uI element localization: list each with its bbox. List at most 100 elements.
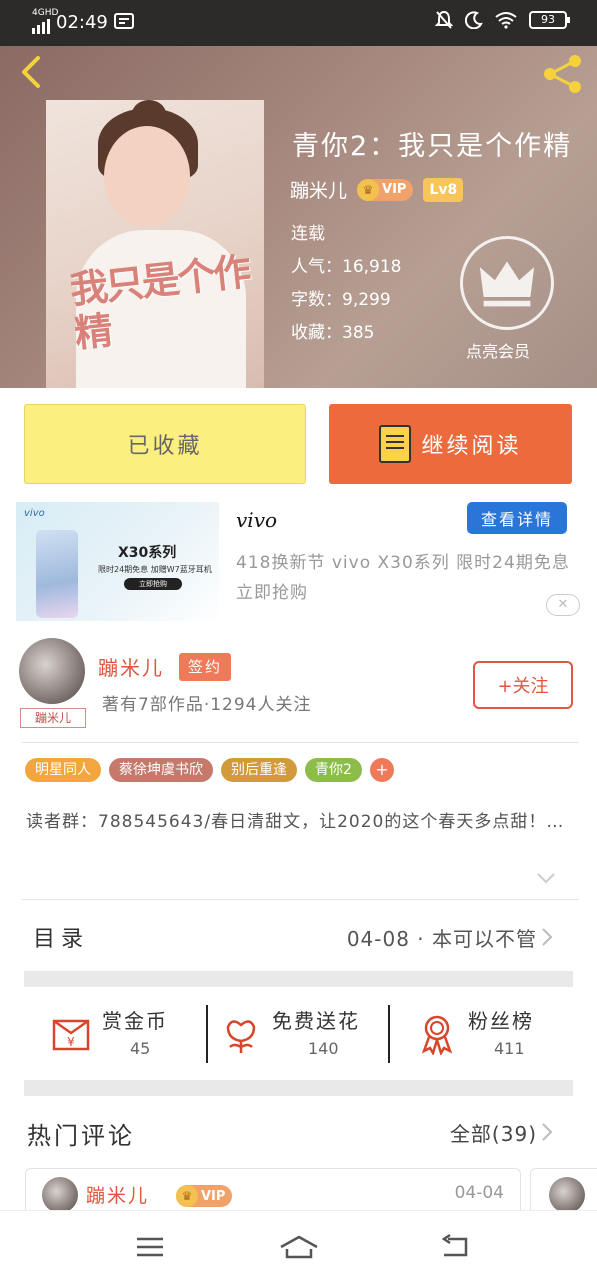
more-tags-button[interactable]: + [369, 758, 394, 782]
moon-icon [465, 11, 483, 29]
chevron-right-icon[interactable] [541, 1122, 553, 1142]
book-title: 青你2：我只是个作精 [292, 131, 573, 162]
status-left: 4GHD 02:49 [32, 8, 136, 34]
book-cover[interactable]: 我只是个作精 [46, 100, 264, 388]
stats-section: ¥ 赏金币 45 免费送花 140 粉丝榜 411 [0, 971, 597, 1096]
mute-icon [435, 10, 453, 29]
ad-image-brand: vivo [24, 508, 45, 519]
action-buttons: 已收藏 继续阅读 [0, 388, 597, 494]
battery-level: 93 [541, 13, 555, 26]
book-status: 连载 [291, 224, 325, 244]
all-comments-link[interactable]: 全部(39) [450, 1118, 537, 1147]
crown-icon: ♛ [176, 1185, 198, 1207]
flower-icon [226, 1020, 256, 1053]
book-word-count: 字数：9,299 [291, 290, 391, 310]
member-label[interactable]: 点亮会员 [466, 338, 530, 362]
author-card: 蹦米儿 蹦米儿 签约 著有7部作品·1294人关注 +关注 [0, 630, 597, 742]
clock: 02:49 [56, 11, 108, 33]
chevron-right-icon [542, 928, 553, 946]
stat-label: 赏金币 [102, 1009, 168, 1033]
home-icon[interactable] [278, 1233, 320, 1261]
stat-label: 免费送花 [272, 1009, 360, 1033]
ad-image[interactable]: vivo X30系列 限时24期免息 加赠W7蓝牙耳机 立即抢购 [16, 502, 219, 621]
signal-icon [32, 16, 50, 34]
stat-value: 140 [308, 1039, 339, 1058]
vertical-divider [206, 1005, 208, 1063]
ad-brand: vivo [236, 508, 278, 532]
system-nav-bar [0, 1210, 597, 1280]
catalog-label: 目录 [33, 927, 90, 952]
vip-label: VIP [201, 1188, 226, 1204]
level-badge: Lv8 [423, 177, 464, 202]
favorited-button[interactable]: 已收藏 [24, 404, 306, 484]
vip-badge: ♛ VIP [357, 178, 414, 201]
commenter-avatar[interactable] [42, 1177, 78, 1210]
tag[interactable]: 别后重逢 [221, 758, 297, 782]
ad-image-sub: 限时24期免息 加赠W7蓝牙耳机 [98, 565, 212, 574]
stat-value: 45 [130, 1039, 151, 1058]
continue-reading-label: 继续阅读 [421, 434, 522, 459]
tag[interactable]: 蔡徐坤虞书欣 [109, 758, 213, 782]
stat-value: 411 [494, 1039, 525, 1058]
crown-icon: ♛ [357, 178, 380, 201]
expand-chevron-icon[interactable] [536, 872, 556, 884]
ad-detail-button[interactable]: 查看详情 [467, 502, 567, 534]
book-favorites: 收藏：385 [291, 323, 375, 343]
book-popularity: 人气：16,918 [291, 257, 402, 277]
red-envelope-icon: ¥ [52, 1019, 90, 1051]
tag-list: 明星同人 蔡徐坤虞书欣 别后重逢 青你2 + [25, 758, 394, 782]
phone-image [36, 530, 78, 618]
comment-card[interactable]: 蹦米儿 ♛ VIP 04-04 [25, 1168, 521, 1210]
catalog-row[interactable]: 目录 04-08 · 本可以不管 [0, 899, 597, 971]
book-author-row: 蹦米儿 ♛ VIP Lv8 [290, 176, 464, 203]
ad-image-button: 立即抢购 [124, 578, 182, 590]
author-works-info: 著有7部作品·1294人关注 [102, 695, 312, 715]
author-signature-stamp: 蹦米儿 [20, 708, 86, 728]
svg-text:¥: ¥ [67, 1035, 75, 1049]
status-bar: 4GHD 02:49 93 [0, 0, 597, 46]
status-right: 93 [435, 10, 570, 30]
back-nav-icon[interactable] [440, 1233, 472, 1261]
book-icon [379, 425, 412, 463]
cover-figure-face [104, 126, 190, 226]
vip-label: VIP [382, 182, 407, 197]
book-intro: 读者群：788545643/春日清甜文，让2020的这个春天多点甜！… [26, 812, 565, 832]
continue-reading-button[interactable]: 继续阅读 [329, 404, 572, 484]
tag[interactable]: 明星同人 [25, 758, 101, 782]
ad-banner[interactable]: vivo X30系列 限时24期免息 加赠W7蓝牙耳机 立即抢购 vivo 查看… [0, 494, 597, 630]
book-header: 我只是个作精 青你2：我只是个作精 蹦米儿 ♛ VIP Lv8 连载 人气：16… [0, 46, 597, 388]
author-name[interactable]: 蹦米儿 [98, 652, 164, 681]
book-intro-section: 明星同人 蔡徐坤虞书欣 别后重逢 青你2 + 读者群：788545643/春日清… [0, 742, 597, 899]
hot-comments-title: 热门评论 [27, 1122, 135, 1150]
vertical-divider [388, 1005, 390, 1063]
stat-label: 粉丝榜 [468, 1009, 534, 1033]
divider [22, 742, 579, 743]
menu-icon[interactable] [134, 1233, 166, 1261]
divider [22, 899, 579, 900]
comment-card[interactable] [530, 1168, 597, 1210]
section-band [24, 971, 573, 987]
medal-icon [421, 1015, 453, 1055]
member-crown-icon[interactable] [460, 236, 554, 330]
cover-figure-bun [132, 100, 166, 128]
battery-icon: 93 [529, 11, 570, 29]
ad-image-model: X30系列 [118, 545, 177, 561]
author-avatar[interactable] [19, 638, 85, 704]
share-icon[interactable] [541, 52, 585, 96]
vip-badge: ♛ VIP [176, 1185, 233, 1207]
follow-button[interactable]: +关注 [473, 661, 573, 709]
ad-text: 418换新节 vivo X30系列 限时24期免息 立即抢购 [236, 553, 570, 603]
commenter-avatar [549, 1177, 585, 1210]
back-icon[interactable] [14, 54, 50, 90]
tag[interactable]: 青你2 [305, 758, 362, 782]
book-author[interactable]: 蹦米儿 [290, 176, 347, 203]
latest-chapter: 04-08 · 本可以不管 [346, 927, 537, 951]
signed-badge: 签约 [179, 653, 231, 681]
ad-close-icon[interactable]: ✕ [546, 594, 580, 616]
commenter-name[interactable]: 蹦米儿 [86, 1181, 149, 1208]
wifi-icon [495, 12, 517, 29]
section-band [24, 1080, 573, 1096]
hot-comments: 热门评论 全部(39) 蹦米儿 ♛ VIP 04-04 [0, 1096, 597, 1210]
network-type: 4GHD [32, 8, 59, 18]
sim-icon [113, 13, 134, 29]
